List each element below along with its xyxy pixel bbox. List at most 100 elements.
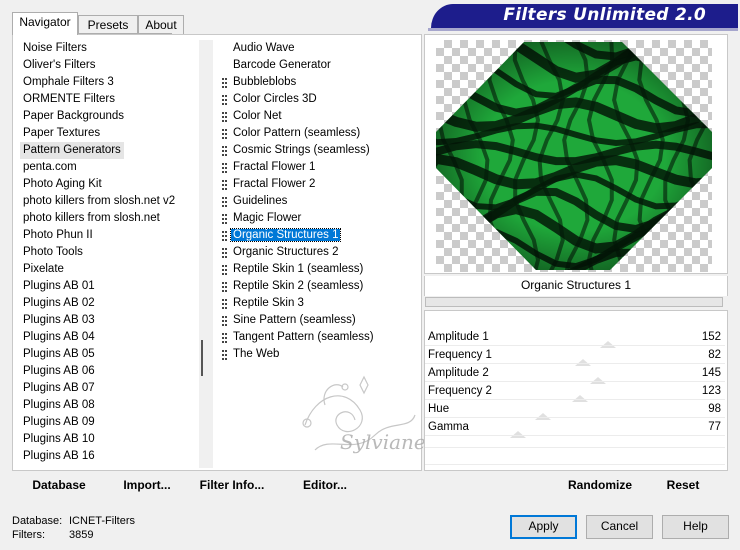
- parameter-row[interactable]: Frequency 2 123: [425, 382, 725, 402]
- filter-item[interactable]: Audio Wave: [220, 40, 420, 57]
- filter-info-button[interactable]: Filter Info...: [197, 472, 267, 498]
- parameter-value: 123: [701, 385, 721, 397]
- parameter-row[interactable]: Hue 98: [425, 400, 725, 420]
- filter-item[interactable]: Reptile Skin 1 (seamless): [220, 261, 420, 278]
- category-item[interactable]: Pattern Generators: [20, 142, 198, 159]
- category-item[interactable]: Plugins AB 09: [20, 414, 198, 431]
- editor-button[interactable]: Editor...: [295, 472, 355, 498]
- filter-item[interactable]: Fractal Flower 2: [220, 176, 420, 193]
- category-item[interactable]: Noise Filters: [20, 40, 198, 57]
- filter-item-label: Fractal Flower 2: [233, 178, 316, 190]
- category-item-label: photo killers from slosh.net v2: [23, 195, 176, 207]
- apply-button[interactable]: Apply: [510, 515, 577, 539]
- filter-item-label: Barcode Generator: [233, 59, 331, 71]
- filter-item-label: Reptile Skin 3: [233, 297, 304, 309]
- category-item[interactable]: Plugins AB 04: [20, 329, 198, 346]
- filter-item[interactable]: Fractal Flower 1: [220, 159, 420, 176]
- category-scrollbar[interactable]: [199, 40, 213, 468]
- category-item[interactable]: Plugins AB 16: [20, 448, 198, 465]
- parameter-value: 152: [701, 331, 721, 343]
- randomize-button[interactable]: Randomize: [560, 472, 640, 498]
- category-item[interactable]: Plugins AB 06: [20, 363, 198, 380]
- filter-item[interactable]: Cosmic Strings (seamless): [220, 142, 420, 159]
- filter-list[interactable]: Audio Wave Barcode Generator Bubbleblobs Co…: [220, 40, 420, 363]
- database-button[interactable]: Database: [24, 472, 94, 498]
- tab-about[interactable]: About: [138, 15, 184, 35]
- parameter-row[interactable]: Gamma 77: [425, 418, 725, 438]
- parameter-label: Gamma: [428, 421, 469, 433]
- category-item[interactable]: photo killers from slosh.net v2: [20, 193, 198, 210]
- filter-bullet-icon: [222, 112, 227, 122]
- help-button[interactable]: Help: [662, 515, 729, 539]
- parameter-row[interactable]: Amplitude 1 152: [425, 328, 725, 348]
- category-item[interactable]: penta.com: [20, 159, 198, 176]
- filter-item[interactable]: Sine Pattern (seamless): [220, 312, 420, 329]
- category-item[interactable]: Plugins AB 08: [20, 397, 198, 414]
- filter-bullet-icon: [222, 214, 227, 224]
- filter-item[interactable]: Reptile Skin 2 (seamless): [220, 278, 420, 295]
- tab-navigator[interactable]: Navigator: [12, 12, 78, 35]
- filter-item[interactable]: Guidelines: [220, 193, 420, 210]
- status-area: Database: ICNET-Filters Filters: 3859: [12, 514, 135, 542]
- filter-bullet-icon: [222, 197, 227, 207]
- category-item[interactable]: Plugins AB 07: [20, 380, 198, 397]
- parameter-row[interactable]: Amplitude 2 145: [425, 364, 725, 384]
- filter-bullet-icon: [222, 163, 227, 173]
- filter-item-label: Audio Wave: [233, 42, 295, 54]
- filter-item[interactable]: Barcode Generator: [220, 57, 420, 74]
- category-item[interactable]: Plugins AB 05: [20, 346, 198, 363]
- import-button[interactable]: Import...: [117, 472, 177, 498]
- category-item[interactable]: Omphale Filters 3: [20, 74, 198, 91]
- filter-item[interactable]: Organic Structures 2: [220, 244, 420, 261]
- category-item[interactable]: Plugins AB 03: [20, 312, 198, 329]
- category-item[interactable]: Paper Textures: [20, 125, 198, 142]
- parameter-row[interactable]: Frequency 1 82: [425, 346, 725, 366]
- category-item-label: Noise Filters: [23, 42, 87, 54]
- category-item[interactable]: Oliver's Filters: [20, 57, 198, 74]
- category-item[interactable]: Photo Phun II: [20, 227, 198, 244]
- filter-item[interactable]: Tangent Pattern (seamless): [220, 329, 420, 346]
- category-item[interactable]: Plugins AB 02: [20, 295, 198, 312]
- filter-item-label: The Web: [233, 348, 280, 360]
- category-item[interactable]: Plugins AB 01: [20, 278, 198, 295]
- category-item-label: Pixelate: [23, 263, 64, 275]
- parameter-value: 98: [708, 403, 721, 415]
- category-item[interactable]: Pixelate: [20, 261, 198, 278]
- reset-button[interactable]: Reset: [656, 472, 710, 498]
- filter-bullet-icon: [222, 333, 227, 343]
- category-item[interactable]: Photo Aging Kit: [20, 176, 198, 193]
- watermark-text: Sylviane: [340, 430, 426, 454]
- filter-item[interactable]: Magic Flower: [220, 210, 420, 227]
- cancel-button[interactable]: Cancel: [586, 515, 653, 539]
- category-item-label: Paper Textures: [23, 127, 101, 139]
- filter-item[interactable]: The Web: [220, 346, 420, 363]
- category-item-label: Plugins AB 04: [23, 331, 95, 343]
- filter-item[interactable]: Organic Structures 1: [220, 227, 420, 244]
- filter-item[interactable]: Reptile Skin 3: [220, 295, 420, 312]
- category-item[interactable]: Paper Backgrounds: [20, 108, 198, 125]
- filter-item[interactable]: Color Pattern (seamless): [220, 125, 420, 142]
- filter-item-label: Color Net: [233, 110, 282, 122]
- category-scrollbar-thumb[interactable]: [201, 340, 203, 376]
- parameter-label: Frequency 2: [428, 385, 492, 397]
- tab-presets[interactable]: Presets: [78, 15, 138, 35]
- category-item[interactable]: Photo Tools: [20, 244, 198, 261]
- category-item-label: Plugins AB 08: [23, 399, 95, 411]
- category-list[interactable]: Noise Filters Oliver's Filters Omphale Fil…: [20, 40, 198, 465]
- category-item-label: Photo Tools: [23, 246, 83, 258]
- filter-item[interactable]: Color Circles 3D: [220, 91, 420, 108]
- category-item[interactable]: Plugins AB 10: [20, 431, 198, 448]
- category-item-label: Plugins AB 02: [23, 297, 95, 309]
- category-item-label: Photo Aging Kit: [23, 178, 102, 190]
- category-item[interactable]: ORMENTE Filters: [20, 91, 198, 108]
- filter-item-label: Magic Flower: [233, 212, 302, 224]
- filter-bullet-icon: [222, 265, 227, 275]
- category-item[interactable]: photo killers from slosh.net: [20, 210, 198, 227]
- category-item-label: Paper Backgrounds: [23, 110, 125, 122]
- filter-item[interactable]: Color Net: [220, 108, 420, 125]
- filter-bullet-icon: [222, 78, 227, 88]
- parameter-value: 82: [708, 349, 721, 361]
- category-item-label: Oliver's Filters: [23, 59, 96, 71]
- category-item-label: Plugins AB 03: [23, 314, 95, 326]
- filter-item[interactable]: Bubbleblobs: [220, 74, 420, 91]
